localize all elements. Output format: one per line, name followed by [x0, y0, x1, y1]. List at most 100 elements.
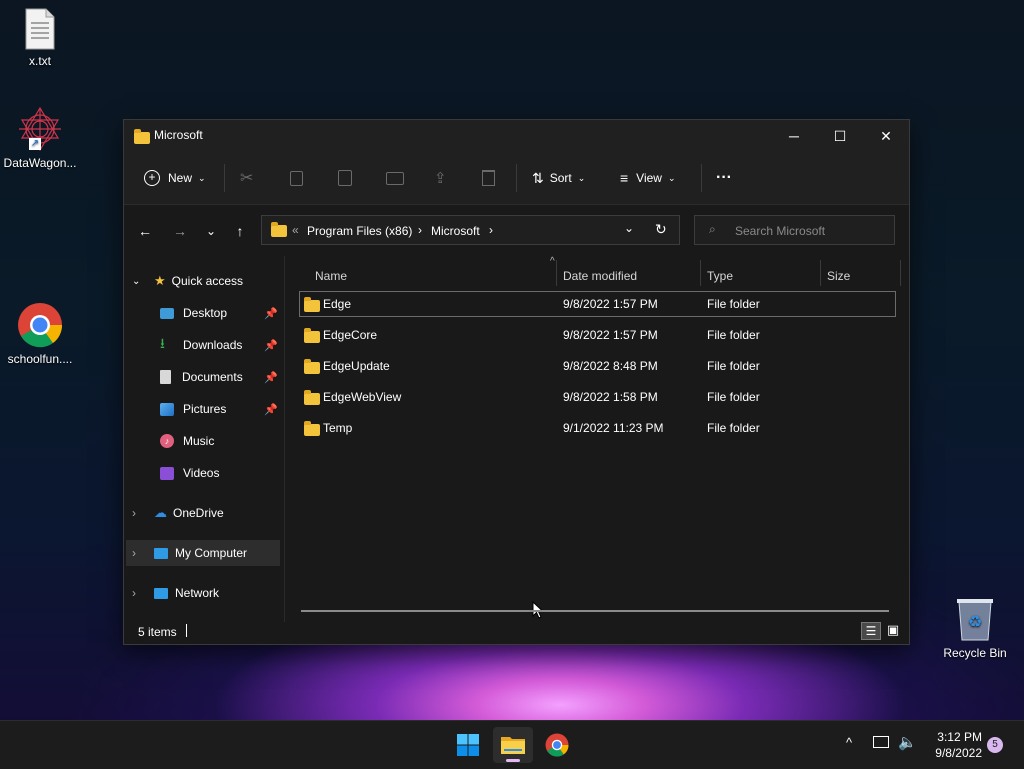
copy-button[interactable]	[290, 164, 303, 192]
column-separator[interactable]	[700, 260, 701, 286]
sidebar-item-label: OneDrive	[173, 506, 224, 520]
sidebar-item-my-computer[interactable]: › My Computer	[126, 540, 280, 566]
breadcrumb-overflow[interactable]: «	[292, 223, 299, 237]
table-row[interactable]: Edge 9/8/2022 1:57 PM File folder	[299, 291, 896, 317]
file-date: 9/1/2022 11:23 PM	[563, 421, 664, 435]
desktop-icon-recycle-bin[interactable]: ♻ Recycle Bin	[935, 596, 1015, 660]
desktop-icon-schoolfun[interactable]: schoolfun....	[0, 302, 80, 366]
column-header-label: Type	[707, 269, 734, 283]
breadcrumb-program-files[interactable]: Program Files (x86)	[307, 224, 412, 238]
delete-button[interactable]	[482, 164, 495, 192]
address-dropdown-button[interactable]: ⌄	[624, 221, 634, 235]
close-button[interactable]: ✕	[863, 120, 909, 152]
new-button[interactable]: + New ⌄	[144, 164, 206, 192]
pane-divider[interactable]	[284, 256, 285, 622]
minimize-button[interactable]: ─	[771, 120, 817, 152]
chrome-icon	[17, 302, 63, 348]
search-input[interactable]: Search Microsoft	[735, 224, 825, 238]
share-button[interactable]: ⇪	[434, 164, 447, 192]
column-header-type[interactable]: Type	[707, 263, 819, 289]
rename-button[interactable]	[386, 164, 404, 192]
back-button[interactable]: ←	[133, 219, 157, 243]
details-view-button[interactable]: ☰	[861, 622, 881, 640]
desktop-icon-label: schoolfun....	[7, 352, 73, 366]
active-indicator	[506, 759, 520, 762]
videos-icon	[160, 466, 174, 480]
file-name: Temp	[323, 421, 353, 435]
command-separator	[701, 164, 702, 192]
column-separator[interactable]	[556, 260, 557, 286]
folder-icon	[304, 359, 320, 374]
network-icon	[154, 587, 168, 599]
column-separator[interactable]	[900, 260, 901, 286]
status-separator	[186, 624, 187, 637]
clock[interactable]: 3:12 PM 9/8/2022	[926, 729, 982, 763]
desktop-icon-x-txt[interactable]: x.txt	[0, 8, 80, 68]
plus-circle-icon: +	[144, 170, 160, 186]
sidebar-item-desktop[interactable]: Desktop 📌	[160, 300, 282, 326]
refresh-button[interactable]: ↻	[655, 221, 667, 238]
network-status-icon[interactable]	[873, 736, 889, 748]
view-button-label: View	[636, 171, 662, 185]
column-header-name[interactable]: Name	[315, 263, 556, 289]
column-header-date-modified[interactable]: Date modified	[563, 263, 699, 289]
taskbar-file-explorer[interactable]	[493, 727, 533, 763]
address-bar[interactable]: « Program Files (x86) › Microsoft › ⌄ ↻	[261, 215, 680, 245]
window-title: Microsoft	[154, 128, 203, 142]
navigation-pane: ⌄ ★ Quick access Desktop 📌 ⭳ Downloads 📌…	[124, 256, 284, 620]
file-explorer-window: Microsoft ─ ☐ ✕ + New ⌄ ✂ ⇪ ⇅ Sort ⌄ ≡ V…	[123, 119, 910, 645]
item-count: 5 items	[138, 625, 177, 639]
recent-locations-button[interactable]: ⌄	[199, 219, 223, 243]
up-button[interactable]: ↑	[228, 219, 252, 243]
folder-icon	[304, 297, 320, 312]
desktop-icon-datawagon[interactable]: ↗ DataWagon...	[0, 106, 80, 170]
file-type: File folder	[707, 359, 760, 373]
large-icons-view-button[interactable]: ▣	[884, 622, 902, 640]
sidebar-item-label: Documents	[182, 370, 243, 384]
horizontal-scrollbar[interactable]	[301, 610, 889, 612]
column-separator[interactable]	[820, 260, 821, 286]
sidebar-item-downloads[interactable]: ⭳ Downloads 📌	[160, 332, 282, 358]
file-date: 9/8/2022 1:58 PM	[563, 390, 658, 404]
file-list: Name ^ Date modified Type Size Edge 9/8/…	[286, 256, 908, 620]
status-bar: 5 items ☰ ▣	[124, 620, 909, 644]
more-options-button[interactable]: ···	[716, 164, 732, 192]
search-box[interactable]: ⌕ Search Microsoft	[694, 215, 895, 245]
column-header-size[interactable]: Size	[827, 263, 897, 289]
maximize-button[interactable]: ☐	[817, 120, 863, 152]
sidebar-item-label: Pictures	[183, 402, 227, 416]
folder-icon	[304, 390, 320, 405]
sidebar-item-onedrive[interactable]: › ☁ OneDrive	[132, 500, 282, 526]
title-bar[interactable]: Microsoft ─ ☐ ✕	[124, 120, 909, 152]
pin-icon: 📌	[264, 371, 278, 384]
datawagon-shortcut-icon: ↗	[17, 106, 63, 152]
sidebar-item-pictures[interactable]: Pictures 📌	[160, 396, 282, 422]
sidebar-item-label: Network	[175, 586, 220, 600]
sort-button[interactable]: ⇅ Sort ⌄	[532, 164, 585, 192]
table-row[interactable]: Temp 9/1/2022 11:23 PM File folder	[299, 415, 896, 441]
view-button[interactable]: ≡ View ⌄	[620, 164, 676, 192]
start-button[interactable]	[448, 727, 488, 763]
file-name: EdgeUpdate	[323, 359, 390, 373]
chrome-icon	[545, 733, 569, 757]
forward-button[interactable]: →	[168, 219, 192, 243]
sidebar-item-network[interactable]: › Network	[132, 580, 282, 606]
new-button-label: New	[168, 171, 193, 185]
notification-badge[interactable]: 5	[987, 737, 1003, 753]
table-row[interactable]: EdgeCore 9/8/2022 1:57 PM File folder	[299, 322, 896, 348]
sidebar-item-videos[interactable]: Videos	[160, 460, 282, 486]
sidebar-item-music[interactable]: ♪ Music	[160, 428, 282, 454]
sidebar-item-quick-access[interactable]: ⌄ ★ Quick access	[132, 268, 282, 294]
show-hidden-icons-button[interactable]: ^	[846, 735, 852, 750]
table-row[interactable]: EdgeUpdate 9/8/2022 8:48 PM File folder	[299, 353, 896, 379]
paste-button[interactable]	[338, 164, 352, 192]
volume-icon[interactable]: 🔈	[898, 733, 917, 751]
sidebar-item-label: Desktop	[183, 306, 228, 320]
cut-button[interactable]: ✂	[240, 164, 253, 192]
taskbar-chrome[interactable]	[537, 727, 577, 763]
table-row[interactable]: EdgeWebView 9/8/2022 1:58 PM File folder	[299, 384, 896, 410]
documents-icon	[160, 370, 171, 384]
breadcrumb-microsoft[interactable]: Microsoft	[431, 224, 480, 238]
folder-icon	[304, 421, 320, 436]
sidebar-item-documents[interactable]: Documents 📌	[160, 364, 282, 390]
